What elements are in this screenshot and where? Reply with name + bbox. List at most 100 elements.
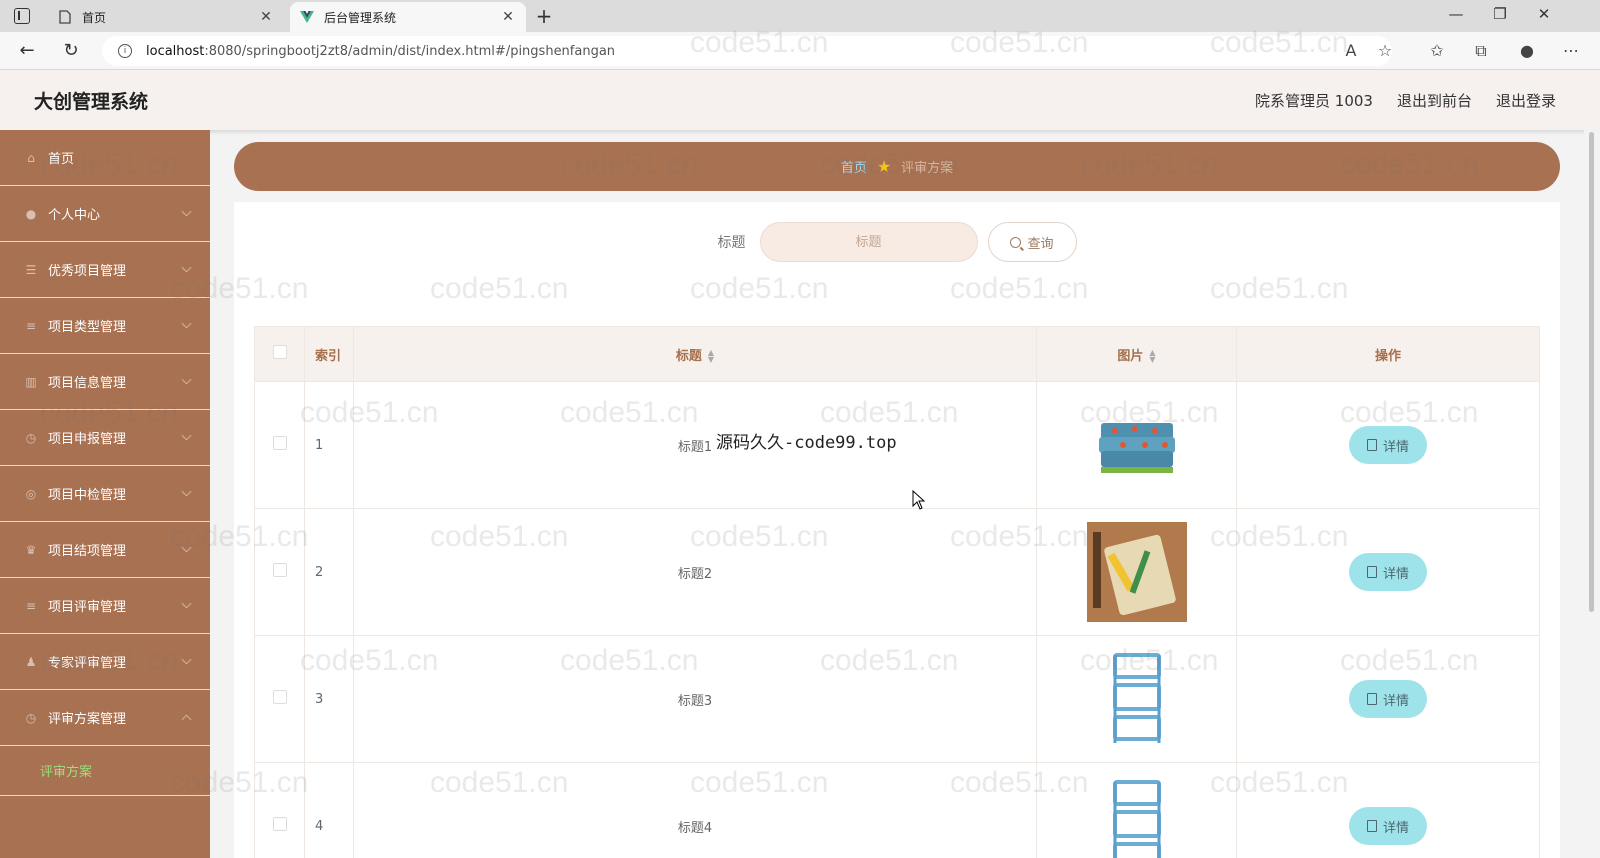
person-icon: ♟ (25, 654, 37, 669)
chart-icon: ▥ (25, 374, 37, 389)
chevron-down-icon (181, 318, 192, 329)
clock-icon: ◷ (25, 430, 37, 445)
chevron-down-icon (181, 206, 192, 217)
row-checkbox[interactable] (272, 690, 287, 704)
tab-actions-icon[interactable] (14, 8, 30, 24)
search-row: 标题 查询 (234, 222, 1560, 262)
sidebar-item-project-application[interactable]: ◷ 项目申报管理 (0, 410, 210, 466)
select-all-checkbox[interactable] (272, 345, 287, 359)
row-title: 标题3 (353, 635, 1037, 763)
new-tab-icon[interactable]: + (534, 4, 554, 28)
row-checkbox[interactable] (272, 436, 287, 450)
chevron-down-icon (181, 598, 192, 609)
row-index: 1 (304, 381, 354, 509)
more-icon[interactable]: ⋯ (1560, 41, 1582, 60)
profile-avatar-icon[interactable]: ● (1516, 41, 1538, 60)
column-header-index: 索引 (304, 326, 354, 382)
vue-logo-icon (300, 10, 314, 24)
document-icon (1366, 439, 1377, 451)
detail-button[interactable]: 详情 (1349, 553, 1427, 591)
page-scrollbar[interactable] (1584, 130, 1600, 858)
row-image-craft[interactable] (1086, 522, 1187, 622)
mouse-cursor-icon (912, 490, 926, 510)
trophy-icon: ♛ (25, 542, 37, 557)
row-title: 标题2 (353, 508, 1037, 636)
browser-tab-admin[interactable]: 后台管理系统 ✕ (290, 2, 526, 32)
detail-button[interactable]: 详情 (1349, 680, 1427, 718)
globe-icon: ◎ (25, 486, 37, 501)
home-icon: ⌂ (27, 150, 35, 165)
row-index: 3 (304, 635, 354, 763)
document-icon (1366, 820, 1377, 832)
row-index: 2 (304, 508, 354, 636)
breadcrumb-current: 评审方案 (901, 161, 954, 176)
row-checkbox[interactable] (272, 817, 287, 831)
collections-icon[interactable]: ⧉ (1470, 41, 1492, 61)
reload-icon[interactable]: ↻ (60, 40, 82, 61)
table-header-row: 索引 标题 ▲ ▼ 图片 ▲ ▼ 操作 (254, 326, 1540, 382)
row-title: 标题1 (353, 381, 1037, 509)
breadcrumb-home[interactable]: 首页 (841, 157, 867, 176)
sidebar-item-excellent-projects[interactable]: ☰ 优秀项目管理 (0, 242, 210, 298)
favorite-add-icon[interactable]: ☆ (1374, 41, 1396, 60)
browser-tab-bar: 首页 ✕ 后台管理系统 ✕ + — ❐ ✕ (0, 0, 1600, 32)
chevron-down-icon (181, 374, 192, 385)
tab-title: 后台管理系统 (324, 10, 397, 25)
sidebar-item-expert-review[interactable]: ♟ 专家评审管理 (0, 634, 210, 690)
url-text: localhost:8080/springbootj2zt8/admin/dis… (146, 43, 616, 59)
row-title: 标题4 (353, 762, 1037, 858)
table-row: 1 标题1 详情 (254, 381, 1540, 509)
menu-icon: ≡ (25, 318, 37, 333)
read-aloud-icon[interactable]: A (1340, 41, 1362, 60)
back-icon[interactable]: ← (16, 40, 38, 61)
sort-icon[interactable]: ▲ ▼ (1149, 349, 1155, 364)
minimize-icon[interactable]: — (1446, 5, 1466, 23)
url-field[interactable]: i localhost:8080/springbootj2zt8/admin/d… (102, 36, 1392, 66)
search-icon (1010, 236, 1022, 248)
close-icon[interactable]: ✕ (258, 9, 274, 25)
row-image-rack[interactable] (1087, 649, 1187, 749)
user-icon: ● (25, 206, 37, 221)
row-index: 4 (304, 762, 354, 858)
sidebar-item-project-types[interactable]: ≡ 项目类型管理 (0, 298, 210, 354)
browser-address-bar: ← ↻ i localhost:8080/springbootj2zt8/adm… (0, 32, 1600, 70)
sort-icon[interactable]: ▲ ▼ (708, 349, 714, 364)
search-label: 标题 (717, 235, 746, 251)
column-header-title[interactable]: 标题 ▲ ▼ (353, 326, 1037, 382)
chevron-down-icon (181, 430, 192, 441)
search-button[interactable]: 查询 (987, 222, 1077, 262)
app-header: 大创管理系统 院系管理员 1003 退出到前台 退出登录 (0, 70, 1600, 130)
overlay-watermark-text: 源码久久-code99.top (716, 433, 897, 453)
browser-tab-home[interactable]: 首页 ✕ (48, 2, 284, 32)
row-checkbox[interactable] (272, 563, 287, 577)
main-content: 标题 查询 索引 标题▲▼ 图片▲▼ 操作 1 标题1 (234, 202, 1560, 858)
sidebar-subitem-review-plan[interactable]: 评审方案 (0, 746, 210, 796)
sidebar-item-project-review[interactable]: ≡ 项目评审管理 (0, 578, 210, 634)
sidebar-item-project-info[interactable]: ▥ 项目信息管理 (0, 354, 210, 410)
sidebar-item-midterm-check[interactable]: ◎ 项目中检管理 (0, 466, 210, 522)
scrollbar-thumb[interactable] (1589, 132, 1594, 612)
front-page-link[interactable]: 退出到前台 (1397, 90, 1472, 111)
sidebar-item-project-completion[interactable]: ♛ 项目结项管理 (0, 522, 210, 578)
detail-button[interactable]: 详情 (1349, 426, 1427, 464)
app-title: 大创管理系统 (34, 91, 149, 113)
star-icon: ★ (876, 157, 892, 176)
detail-button[interactable]: 详情 (1349, 807, 1427, 845)
window-close-icon[interactable]: ✕ (1534, 5, 1554, 23)
info-icon[interactable]: i (118, 44, 132, 58)
column-header-image[interactable]: 图片 ▲ ▼ (1036, 326, 1237, 382)
restore-icon[interactable]: ❐ (1490, 5, 1510, 23)
search-input[interactable] (759, 222, 978, 262)
document-icon (1366, 566, 1377, 578)
logout-link[interactable]: 退出登录 (1496, 90, 1556, 111)
favorites-icon[interactable]: ✩ (1426, 41, 1448, 60)
row-image-towel[interactable] (1087, 395, 1187, 495)
document-icon (1366, 693, 1377, 705)
sidebar-item-home[interactable]: ⌂ 首页 (0, 130, 210, 186)
sidebar-item-personal-center[interactable]: ● 个人中心 (0, 186, 210, 242)
close-icon[interactable]: ✕ (500, 9, 516, 25)
table-row: 4 标题4 详情 (254, 762, 1540, 858)
row-image-rack[interactable] (1087, 776, 1187, 858)
clock-icon: ◷ (25, 710, 37, 725)
sidebar-item-review-plan[interactable]: ◷ 评审方案管理 (0, 690, 210, 746)
